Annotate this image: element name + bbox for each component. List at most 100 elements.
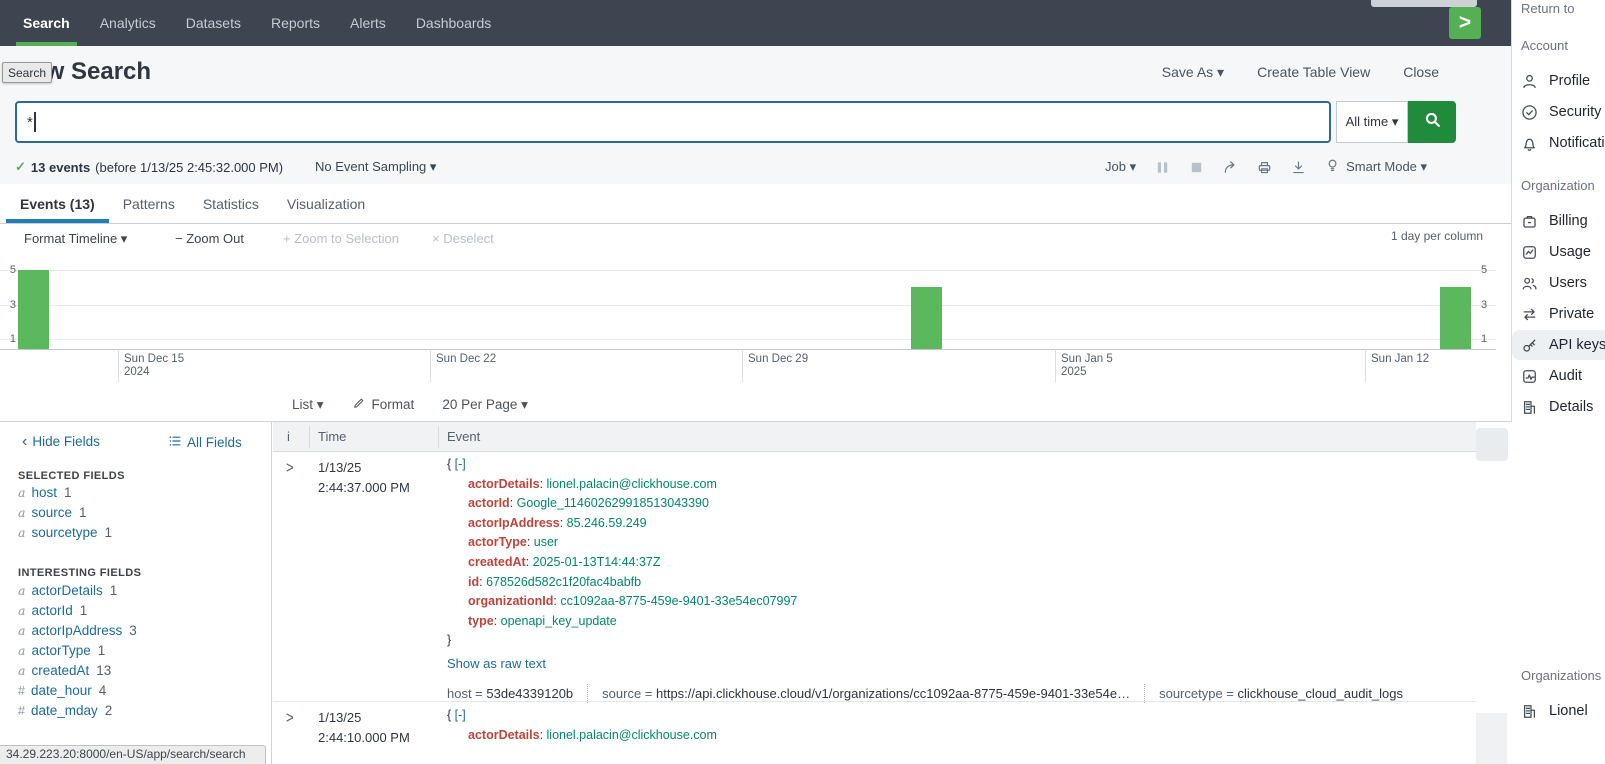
field-name-link[interactable]: sourcetype — [31, 525, 97, 540]
time-range-picker[interactable]: All time ▾ — [1336, 101, 1408, 143]
search-mode-dropdown[interactable]: Smart Mode ▾ — [1325, 158, 1427, 176]
format-timeline-dropdown[interactable]: Format Timeline ▾ — [24, 231, 127, 247]
pause-icon — [1155, 160, 1170, 175]
timeline-bar[interactable] — [18, 270, 49, 349]
per-page-dropdown[interactable]: 20 Per Page ▾ — [442, 397, 528, 413]
timeline-toolbar: Format Timeline ▾ − Zoom Out + Zoom to S… — [0, 224, 1511, 256]
field-name-link[interactable]: date_mday — [31, 703, 98, 718]
list-view-dropdown[interactable]: List ▾ — [292, 397, 324, 413]
field-date_mday[interactable]: #date_mday2 — [18, 703, 112, 718]
panel-item-label: Details — [1549, 399, 1593, 415]
nav-item-alerts[interactable]: Alerts — [335, 0, 401, 46]
field-name-link[interactable]: date_hour — [31, 683, 92, 698]
field-source[interactable]: asource1 — [18, 505, 87, 520]
field-distinct-count: 2 — [105, 703, 113, 718]
tab-statistics[interactable]: Statistics — [189, 184, 273, 223]
nav-item-datasets[interactable]: Datasets — [171, 0, 256, 46]
panel-item-label: API keys — [1549, 337, 1605, 353]
building-icon — [1521, 399, 1538, 416]
event-sampling-dropdown[interactable]: No Event Sampling ▾ — [315, 150, 436, 184]
tab-visualization[interactable]: Visualization — [273, 184, 379, 223]
create-table-view-button[interactable]: Create Table View — [1257, 64, 1370, 81]
field-name-link[interactable]: actorType — [31, 643, 90, 658]
y-axis-tick-left: 3 — [2, 299, 16, 311]
search-button[interactable] — [1408, 101, 1456, 143]
collapse-json-link[interactable]: [-] — [455, 457, 466, 471]
panel-item-profile[interactable]: Profile — [1521, 66, 1605, 96]
download-icon[interactable] — [1291, 160, 1306, 175]
nav-item-analytics[interactable]: Analytics — [85, 0, 171, 46]
save-as-button[interactable]: Save As ▾ — [1162, 64, 1224, 81]
chevron-left-icon: ‹ — [22, 435, 27, 448]
tick-date: Sun Dec 15 — [124, 353, 184, 366]
close-button[interactable]: Close — [1403, 64, 1439, 81]
y-axis-tick-right: 3 — [1481, 299, 1495, 311]
panel-item-notifications[interactable]: Notifications — [1521, 128, 1605, 158]
panel-item-billing[interactable]: Billing — [1521, 206, 1605, 236]
panel-item-details[interactable]: Details — [1521, 392, 1605, 422]
json-field-line: createdAt: 2025-01-13T14:44:37Z — [447, 553, 1417, 573]
field-host[interactable]: ahost1 — [18, 485, 72, 500]
field-createdAt[interactable]: acreatedAt13 — [18, 663, 111, 678]
field-sourcetype[interactable]: asourcetype1 — [18, 525, 112, 540]
print-icon[interactable] — [1257, 160, 1272, 175]
collapse-json-link[interactable]: [-] — [455, 708, 466, 722]
panel-item-security[interactable]: Security — [1521, 97, 1605, 127]
share-icon — [1223, 160, 1238, 175]
print-icon — [1257, 160, 1272, 175]
panel-item-private[interactable]: Private — [1521, 299, 1605, 329]
field-actorDetails[interactable]: aactorDetails1 — [18, 583, 117, 598]
timeline-bar[interactable] — [1440, 287, 1471, 349]
field-name-link[interactable]: actorDetails — [31, 583, 102, 598]
panel-item-api-keys[interactable]: API keys — [1512, 330, 1605, 360]
timeline-bar[interactable] — [911, 287, 942, 349]
return-to-link[interactable]: Return to — [1521, 1, 1574, 16]
scrollbar-thumb-horizontal[interactable] — [1371, 0, 1477, 7]
tab-patterns[interactable]: Patterns — [109, 184, 189, 223]
nav-item-search[interactable]: Search — [8, 0, 85, 46]
show-raw-text-link[interactable]: Show as raw text — [447, 654, 546, 674]
x-axis-tick-label: Sun Jan 52025 — [1061, 353, 1113, 379]
json-value: openapi_key_update — [501, 614, 617, 628]
panel-item-users[interactable]: Users — [1521, 268, 1605, 298]
zoom-out-button[interactable]: − Zoom Out — [175, 231, 244, 246]
field-name-link[interactable]: source — [31, 505, 72, 520]
hide-fields-button[interactable]: ‹ Hide Fields — [22, 434, 100, 449]
shield-check-icon — [1521, 104, 1538, 121]
field-actorIpAddress[interactable]: aactorIpAddress3 — [18, 623, 137, 638]
event-expander[interactable]: > — [286, 458, 294, 477]
scrollbar-thumb-vertical[interactable] — [1476, 428, 1508, 461]
json-key: actorDetails — [468, 477, 540, 491]
job-dropdown[interactable]: Job ▾ — [1105, 159, 1136, 175]
field-actorType[interactable]: aactorType1 — [18, 643, 105, 658]
nav-item-dashboards[interactable]: Dashboards — [401, 0, 507, 46]
tab-events[interactable]: Events (13) — [6, 184, 109, 223]
search-input[interactable]: * — [15, 101, 1331, 143]
field-name-link[interactable]: actorId — [31, 603, 72, 618]
field-actorId[interactable]: aactorId1 — [18, 603, 87, 618]
panel-item-lionel[interactable]: Lionel — [1521, 696, 1605, 726]
nav-item-reports[interactable]: Reports — [256, 0, 335, 46]
scrollbar-thumb-lower[interactable] — [1476, 713, 1507, 764]
json-key: actorType — [468, 535, 527, 549]
all-fields-button[interactable]: All Fields — [168, 434, 242, 451]
splunk-logo[interactable]: > — [1449, 7, 1481, 39]
json-open-line: { [-] — [447, 455, 1417, 475]
field-date_hour[interactable]: #date_hour4 — [18, 683, 106, 698]
field-name-link[interactable]: host — [31, 485, 57, 500]
format-button[interactable]: Format — [352, 396, 415, 413]
panel-item-audit[interactable]: Audit — [1521, 361, 1605, 391]
string-field-icon: a — [18, 583, 25, 598]
tick-date: Sun Dec 22 — [436, 353, 496, 366]
share-icon[interactable] — [1223, 160, 1238, 175]
stop-icon[interactable] — [1189, 160, 1204, 175]
results-format-toolbar: List ▾ Format 20 Per Page ▾ — [272, 388, 528, 421]
panel-item-usage[interactable]: Usage — [1521, 237, 1605, 267]
json-field-line: type: openapi_key_update — [447, 612, 1417, 632]
field-distinct-count: 1 — [98, 643, 106, 658]
field-name-link[interactable]: actorIpAddress — [31, 623, 122, 638]
field-distinct-count: 1 — [105, 525, 113, 540]
event-expander[interactable]: > — [286, 708, 294, 727]
pause-icon[interactable] — [1155, 160, 1170, 175]
field-name-link[interactable]: createdAt — [31, 663, 89, 678]
